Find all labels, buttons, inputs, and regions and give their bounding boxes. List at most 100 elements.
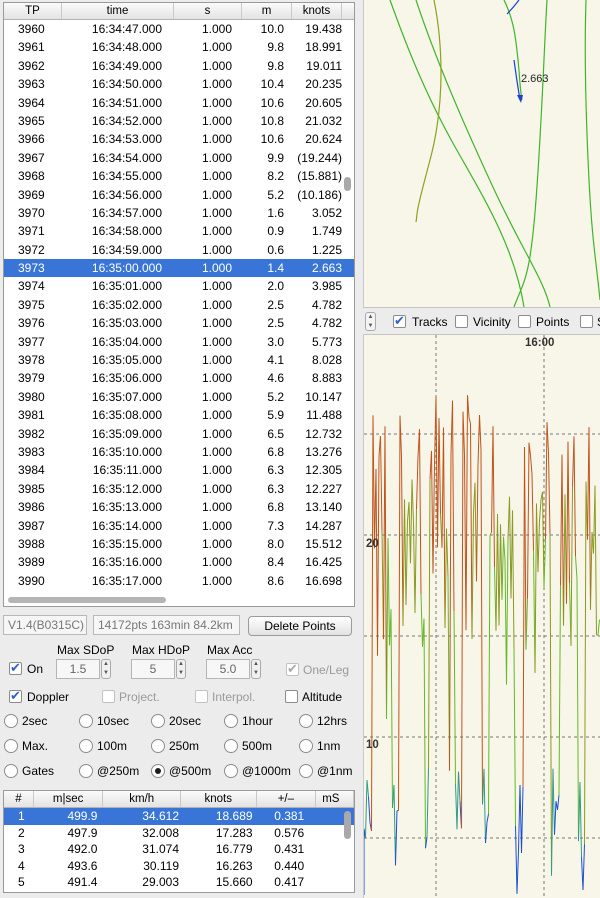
trackpoint-row[interactable]: 3990 16:35:17.000 1.000 8.6 16.698 [4,572,354,590]
gates-row[interactable]: 3 492.0 31.074 16.779 0.431 [4,841,354,858]
trackpoint-row[interactable]: 3983 16:35:10.000 1.000 6.8 13.276 [4,443,354,461]
gates-column-knots[interactable]: knots [181,791,257,807]
column-header-time[interactable]: time [62,3,174,19]
trackpoint-row[interactable]: 3960 16:34:47.000 1.000 10.0 19.438 [4,20,354,38]
trackpoint-row[interactable]: 3962 16:34:49.000 1.000 9.8 19.011 [4,57,354,75]
trackpoint-horizontal-scrollbar[interactable] [8,597,166,603]
gates-vertical-scrollbar[interactable] [344,811,351,839]
trackpoint-cell-time: 16:34:58.000 [91,224,162,239]
trackpoint-row[interactable]: 3972 16:34:59.000 1.000 0.6 1.225 [4,241,354,259]
trackpoint-row[interactable]: 3966 16:34:53.000 1.000 10.6 20.624 [4,130,354,148]
speed-trace-segment [468,417,471,424]
trackpoint-vertical-scrollbar[interactable] [344,177,351,191]
gates-row[interactable]: 1 499.9 34.612 18.689 0.381 [4,808,354,825]
option-radio-10sec[interactable] [79,714,93,728]
option-radio-1nm[interactable] [299,764,313,778]
trackpoint-row[interactable]: 3967 16:34:54.000 1.000 9.9 (19.244) [4,149,354,167]
gates-column-ms[interactable]: mS [316,791,354,807]
trackpoint-row[interactable]: 3970 16:34:57.000 1.000 1.6 3.052 [4,204,354,222]
gates-column-number[interactable]: # [4,791,34,807]
speed-trace-segment [576,579,579,842]
vicinity-label: Vicinity [473,315,511,329]
trackpoint-row[interactable]: 3986 16:35:13.000 1.000 6.8 13.140 [4,498,354,516]
gates-column-kmh[interactable]: km/h [103,791,181,807]
option-radio-20sec[interactable] [151,714,165,728]
option-radio-max[interactable] [4,739,18,753]
trackpoint-row[interactable]: 3961 16:34:48.000 1.000 9.8 18.991 [4,38,354,56]
trackpoint-row[interactable]: 3964 16:34:51.000 1.000 10.6 20.605 [4,94,354,112]
max-sdop-stepper[interactable]: ▲ ▼ [101,659,111,679]
gates-cell-knots: 17.283 [215,825,253,840]
tracks-checkbox[interactable] [393,313,406,329]
map-track-line [584,0,600,301]
trackpoint-row[interactable]: 3989 16:35:16.000 1.000 8.4 16.425 [4,553,354,571]
gates-column-msec[interactable]: m|sec [34,791,104,807]
option-radio-12hrs[interactable] [299,714,313,728]
trackpoint-row[interactable]: 3980 16:35:07.000 1.000 5.2 10.147 [4,388,354,406]
gates-row[interactable]: 2 497.9 32.008 17.283 0.576 [4,825,354,842]
trackpoint-cell-s: 1.000 [201,205,232,220]
trackpoint-row[interactable]: 3988 16:35:15.000 1.000 8.0 15.512 [4,535,354,553]
filter-on-checkbox[interactable] [9,660,22,676]
gates-column-plusminus[interactable]: +/– [257,791,317,807]
option-radio-250m[interactable] [151,739,165,753]
option-radio-1hour[interactable] [224,714,238,728]
option-radio-gates[interactable] [4,764,18,778]
max-acc-field[interactable]: 5.0 [206,659,250,679]
vicinity-checkbox[interactable] [455,315,468,328]
interpol-checkbox[interactable] [195,690,208,703]
trackpoint-cell-knots: 3.985 [311,279,342,294]
max-sdop-field[interactable]: 1.5 [56,659,100,679]
speed-graph[interactable]: 16:00 20 10 [363,334,600,898]
points-checkbox[interactable] [518,315,531,328]
delete-points-button[interactable]: Delete Points [248,616,352,636]
max-hdop-field[interactable]: 5 [131,659,175,679]
option-radio-2sec[interactable] [4,714,18,728]
map-zoom-stepper[interactable]: ▲ ▼ [365,312,376,331]
gates-row[interactable]: 5 491.4 29.003 15.660 0.417 [4,874,354,891]
gates-row[interactable]: 4 493.6 30.119 16.263 0.440 [4,858,354,875]
trackpoint-row[interactable]: 3978 16:35:05.000 1.000 4.1 8.028 [4,351,354,369]
trackpoint-row[interactable]: 3963 16:34:50.000 1.000 10.4 20.235 [4,75,354,93]
option-radio-1000m[interactable] [224,764,238,778]
s-checkbox[interactable] [580,315,593,328]
trackpoint-cell-time: 16:35:07.000 [91,389,162,404]
max-acc-label: Max Acc [207,643,253,657]
speed-trace-segment [410,479,413,564]
trackpoint-row[interactable]: 3987 16:35:14.000 1.000 7.3 14.287 [4,517,354,535]
trackpoint-row[interactable]: 3976 16:35:03.000 1.000 2.5 4.782 [4,314,354,332]
trackpoint-row[interactable]: 3969 16:34:56.000 1.000 5.2 (10.186) [4,186,354,204]
max-hdop-stepper[interactable]: ▲ ▼ [176,659,186,679]
trackpoint-table[interactable]: TP time s m knots 3960 16:34:47.000 1.000 1… [3,2,355,607]
column-header-knots[interactable]: knots [292,3,342,19]
one-leg-checkbox[interactable] [286,661,299,677]
column-header-m[interactable]: m [242,3,292,19]
trackpoint-row[interactable]: 3965 16:34:52.000 1.000 10.8 21.032 [4,112,354,130]
option-radio-500m[interactable] [224,739,238,753]
option-radio-100m[interactable] [79,739,93,753]
trackpoint-row[interactable]: 3971 16:34:58.000 1.000 0.9 1.749 [4,222,354,240]
trackpoint-row[interactable]: 3981 16:35:08.000 1.000 5.9 11.488 [4,406,354,424]
trackpoint-row[interactable]: 3984 16:35:11.000 1.000 6.3 12.305 [4,461,354,479]
column-header-s[interactable]: s [174,3,242,19]
trackpoint-row[interactable]: 3975 16:35:02.000 1.000 2.5 4.782 [4,296,354,314]
trackpoint-row[interactable]: 3977 16:35:04.000 1.000 3.0 5.773 [4,333,354,351]
trackpoint-row[interactable]: 3974 16:35:01.000 1.000 2.0 3.985 [4,277,354,295]
project-checkbox[interactable] [102,690,115,703]
gates-table[interactable]: # m|sec km/h knots +/– mS 1 499.9 34.612 18… [3,790,355,893]
doppler-checkbox[interactable] [9,688,22,704]
trackpoint-row[interactable]: 3973 16:35:00.000 1.000 1.4 2.663 [4,259,354,278]
trackpoint-row[interactable]: 3982 16:35:09.000 1.000 6.5 12.732 [4,425,354,443]
option-radio-1nm[interactable] [299,739,313,753]
column-header-tp[interactable]: TP [4,3,62,19]
trackpoint-row[interactable]: 3979 16:35:06.000 1.000 4.6 8.883 [4,369,354,387]
trackpoint-row[interactable]: 3985 16:35:12.000 1.000 6.3 12.227 [4,480,354,498]
option-radio-250m[interactable] [79,764,93,778]
track-map[interactable]: 2.663 [363,0,600,307]
option-radio-500m[interactable] [151,764,165,778]
altitude-checkbox[interactable] [285,690,298,703]
speed-trace-segment [552,768,555,835]
trackpoint-row[interactable]: 3968 16:34:55.000 1.000 8.2 (15.881) [4,167,354,185]
max-acc-stepper[interactable]: ▲ ▼ [251,659,261,679]
option-label: 100m [97,739,128,753]
